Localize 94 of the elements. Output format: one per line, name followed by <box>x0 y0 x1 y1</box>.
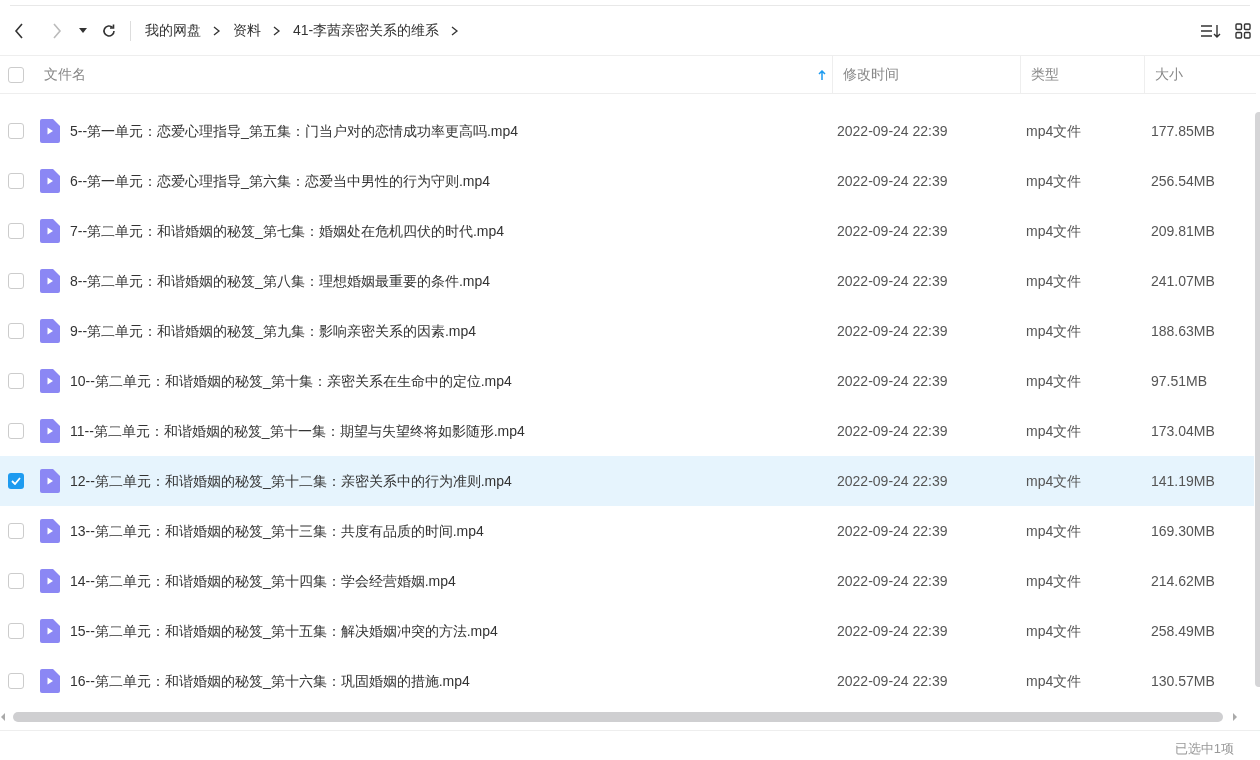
checkbox[interactable] <box>8 273 24 289</box>
video-file-icon <box>40 569 60 593</box>
file-type: mp4文件 <box>1026 572 1082 589</box>
file-name: 13--第二单元：和谐婚姻的秘笈_第十三集：共度有品质的时间.mp4 <box>70 521 485 541</box>
column-header-cell[interactable]: 修改时间 <box>832 56 1020 93</box>
video-file-icon <box>40 619 60 643</box>
column-header[interactable]: 文件名 <box>44 64 86 85</box>
modified-time: 2022-09-24 22:39 <box>837 222 948 239</box>
file-name: 7--第二单元：和谐婚姻的秘笈_第七集：婚姻处在危机四伏的时代.mp4 <box>70 221 506 241</box>
file-size: 169.30MB <box>1151 522 1215 539</box>
checkbox[interactable] <box>8 523 24 539</box>
file-type: mp4文件 <box>1026 322 1082 339</box>
modified-time: 2022-09-24 22:39 <box>837 472 948 489</box>
file-size: 256.54MB <box>1151 172 1215 189</box>
scroll-right-icon[interactable] <box>1233 713 1237 721</box>
modified-time: 2022-09-24 22:39 <box>837 572 948 589</box>
checkbox[interactable] <box>8 323 24 339</box>
file-type: mp4文件 <box>1026 122 1082 139</box>
file-name: 15--第二单元：和谐婚姻的秘笈_第十五集：解决婚姻冲突的方法.mp4 <box>70 621 499 641</box>
breadcrumb-link[interactable]: 资料 <box>233 20 261 41</box>
file-name: 12--第二单元：和谐婚姻的秘笈_第十二集：亲密关系中的行为准则.mp4 <box>70 471 513 491</box>
column-header-cell[interactable]: 大小 <box>1144 56 1256 93</box>
modified-time: 2022-09-24 22:39 <box>837 422 948 439</box>
file-size: 173.04MB <box>1151 422 1215 439</box>
file-name: 11--第二单元：和谐婚姻的秘笈_第十一集：期望与失望终将如影随形.mp4 <box>70 421 526 441</box>
file-name: 16--第二单元：和谐婚姻的秘笈_第十六集：巩固婚姻的措施.mp4 <box>70 671 471 691</box>
checkbox[interactable] <box>8 373 24 389</box>
modified-time: 2022-09-24 22:39 <box>837 672 948 689</box>
file-row[interactable]: 12--第二单元：和谐婚姻的秘笈_第十二集：亲密关系中的行为准则.mp4 2022-09-24 22:39 mp4文件 141.19MB <box>0 456 1254 506</box>
file-type: mp4文件 <box>1026 372 1082 389</box>
column-header[interactable]: 类型 <box>1031 64 1059 85</box>
video-file-icon <box>40 269 60 293</box>
file-size: 241.07MB <box>1151 272 1215 289</box>
checkbox[interactable] <box>8 623 24 639</box>
modified-time: 2022-09-24 22:39 <box>837 322 948 339</box>
checkbox[interactable] <box>8 423 24 439</box>
file-name: 8--第二单元：和谐婚姻的秘笈_第八集：理想婚姻最重要的条件.mp4 <box>70 271 492 291</box>
checkbox[interactable] <box>8 573 24 589</box>
file-size: 188.63MB <box>1151 322 1215 339</box>
video-file-icon <box>40 319 60 343</box>
modified-time: 2022-09-24 22:39 <box>837 522 948 539</box>
checkmark-icon <box>11 477 21 485</box>
sort-ascending-icon[interactable] <box>818 69 826 80</box>
video-file-icon <box>40 669 60 693</box>
file-size: 258.49MB <box>1151 622 1215 639</box>
file-name: 5--第一单元：恋爱心理指导_第五集：门当户对的恋情成功率更高吗.mp4 <box>70 121 520 141</box>
scroll-left-icon[interactable] <box>1 713 5 721</box>
file-type: mp4文件 <box>1026 522 1082 539</box>
video-file-icon <box>40 119 60 143</box>
checkbox[interactable] <box>8 473 24 489</box>
file-name: 6--第一单元：恋爱心理指导_第六集：恋爱当中男性的行为守则.mp4 <box>70 171 492 191</box>
file-type: mp4文件 <box>1026 422 1082 439</box>
modified-time: 2022-09-24 22:39 <box>837 272 948 289</box>
file-name: 14--第二单元：和谐婚姻的秘笈_第十四集：学会经营婚姻.mp4 <box>70 571 457 591</box>
chevron-right-icon <box>213 25 221 36</box>
file-size: 214.62MB <box>1151 572 1215 589</box>
checkbox[interactable] <box>8 123 24 139</box>
file-size: 209.81MB <box>1151 222 1215 239</box>
column-header-cell[interactable]: 类型 <box>1020 56 1144 93</box>
column-header-cell[interactable]: 文件名 <box>24 56 832 93</box>
modified-time: 2022-09-24 22:39 <box>837 122 948 139</box>
checkbox[interactable] <box>8 66 24 83</box>
checkbox[interactable] <box>8 223 24 239</box>
modified-time: 2022-09-24 22:39 <box>837 622 948 639</box>
video-file-icon <box>40 519 60 543</box>
file-type: mp4文件 <box>1026 222 1082 239</box>
breadcrumb-link[interactable]: 41-李茜亲密关系的维系 <box>293 20 440 41</box>
file-size: 141.19MB <box>1151 472 1215 489</box>
checkbox[interactable] <box>8 173 24 189</box>
file-size: 97.51MB <box>1151 372 1208 389</box>
video-file-icon <box>40 469 60 493</box>
modified-time: 2022-09-24 22:39 <box>837 372 948 389</box>
modified-time: 2022-09-24 22:39 <box>837 172 948 189</box>
file-type: mp4文件 <box>1026 272 1082 289</box>
file-type: mp4文件 <box>1026 472 1082 489</box>
file-name: 9--第二单元：和谐婚姻的秘笈_第九集：影响亲密关系的因素.mp4 <box>70 321 478 341</box>
file-size: 177.85MB <box>1151 122 1215 139</box>
checkbox[interactable] <box>8 673 24 689</box>
column-header[interactable]: 大小 <box>1155 64 1183 85</box>
file-type: mp4文件 <box>1026 672 1082 689</box>
file-name: 10--第二单元：和谐婚姻的秘笈_第十集：亲密关系在生命中的定位.mp4 <box>70 371 513 391</box>
column-header[interactable]: 修改时间 <box>843 64 899 85</box>
video-file-icon <box>40 219 60 243</box>
chevron-right-icon <box>273 25 281 36</box>
chevron-right-icon <box>451 25 460 36</box>
grid-view-icon[interactable] <box>1234 21 1252 40</box>
file-type: mp4文件 <box>1026 172 1082 189</box>
file-type: mp4文件 <box>1026 622 1082 639</box>
selection-status: 已选中1项 <box>1174 739 1234 758</box>
video-file-icon <box>40 369 60 393</box>
file-size: 130.57MB <box>1151 672 1215 689</box>
video-file-icon <box>40 169 60 193</box>
video-file-icon <box>40 419 60 443</box>
breadcrumb-link[interactable]: 我的网盘 <box>145 20 201 41</box>
